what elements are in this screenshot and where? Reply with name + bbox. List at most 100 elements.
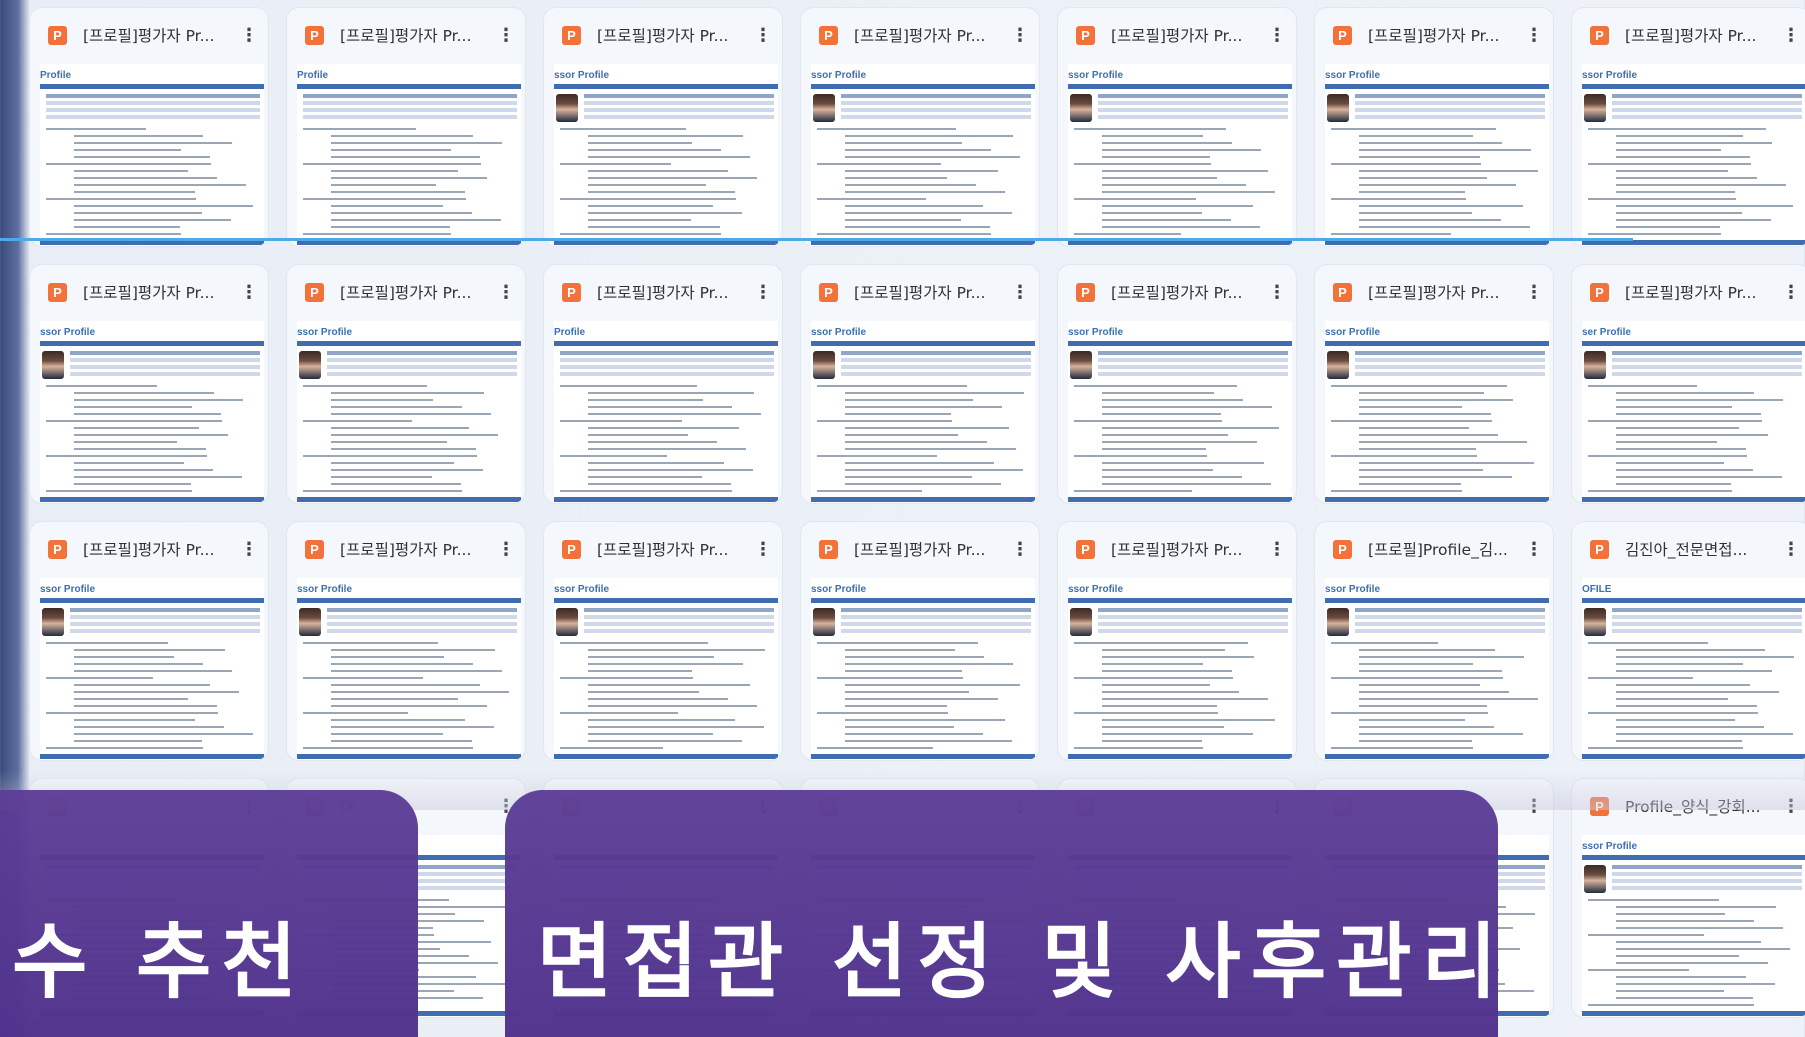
more-options-icon[interactable]: ⋮ [1525,283,1543,301]
more-options-icon[interactable]: ⋮ [1782,283,1800,301]
thumbnail-text-line [74,399,243,401]
thumbnail-text-line [1359,399,1513,401]
powerpoint-file-icon: P [48,282,67,302]
more-options-icon[interactable]: ⋮ [497,26,515,44]
file-card[interactable]: PProfile_양식_강회...⋮ssor Profile [1572,779,1805,1017]
file-card[interactable]: P [프로필]평가자 Pr... ⋮ ssor Profile [30,265,268,503]
file-card[interactable]: P [프로필]평가자 Pr... ⋮ ssor Profile [1058,8,1296,246]
thumbnail-header-band [554,598,778,603]
file-thumbnail: ssor Profile [297,321,521,503]
more-options-icon[interactable]: ⋮ [754,283,772,301]
thumbnail-text-line [560,233,721,235]
profile-photo [42,608,64,636]
thumbnail-text-line [1359,149,1531,151]
thumbnail-table-row [1098,115,1288,119]
file-card[interactable]: P [프로필]평가자 Pr... ⋮ Profile [287,8,525,246]
thumbnail-text-line [1102,205,1253,207]
thumbnail-text-line [588,399,703,401]
thumbnail-text-line [1359,719,1465,721]
thumbnail-header-band [40,598,264,603]
more-options-icon[interactable]: ⋮ [754,26,772,44]
more-options-icon[interactable]: ⋮ [1268,26,1286,44]
file-card[interactable]: P [프로필]평가자 Pr... ⋮ ssor Profile [801,8,1039,246]
thumbnail-text-line [1074,128,1226,130]
thumbnail-footer-band [1068,497,1292,502]
file-card[interactable]: P [프로필]평가자 Pr... ⋮ ssor Profile [1315,8,1553,246]
thumbnail-table-row [1612,365,1802,369]
thumbnail-text-line [845,684,1020,686]
thumbnail-text-line [845,177,947,179]
thumbnail-text-line [1616,913,1725,915]
thumbnail-doc-title: ssor Profile [40,327,96,338]
thumbnail-text-line [1588,490,1732,492]
file-card[interactable]: P [프로필]평가자 Pr... ⋮ ssor Profile [287,265,525,503]
file-card[interactable]: P [프로필]평가자 Pr... ⋮ Profile [30,8,268,246]
thumbnail-table-row [327,615,517,619]
thumbnail-table-row [70,351,260,355]
file-card[interactable]: P [프로필]평가자 Pr... ⋮ ssor Profile [1572,8,1805,246]
powerpoint-file-icon: P [562,539,581,559]
file-name: [프로필]평가자 Pr... [1625,27,1757,45]
more-options-icon[interactable]: ⋮ [1011,26,1029,44]
profile-photo [1070,608,1092,636]
thumbnail-text-line [845,483,1001,485]
thumbnail-text-line [560,385,697,387]
file-name: [프로필]평가자 Pr... [854,541,986,559]
thumbnail-text-line [331,399,433,401]
more-options-icon[interactable]: ⋮ [754,540,772,558]
file-card[interactable]: P [프로필]평가자 Pr... ⋮ ssor Profile [1058,522,1296,760]
thumbnail-text-line [845,733,983,735]
thumbnail-text-line [1102,483,1271,485]
thumbnail-header-band [1582,84,1805,89]
thumbnail-text-line [588,142,692,144]
thumbnail-table-row [70,372,260,376]
thumbnail-text-line [1359,663,1473,665]
thumbnail-table-row [327,365,517,369]
more-options-icon[interactable]: ⋮ [497,283,515,301]
thumbnail-text-line [74,649,225,651]
more-options-icon[interactable]: ⋮ [1782,540,1800,558]
thumbnail-table-row [70,365,260,369]
thumbnail-table-row [327,629,517,633]
thumbnail-text-line [303,233,451,235]
profile-photo [1584,865,1606,893]
profile-photo [556,94,578,122]
thumbnail-text-line [845,135,1013,137]
file-card[interactable]: P [프로필]평가자 Pr... ⋮ ser Profile [1572,265,1805,503]
file-card[interactable]: P [프로필]평가자 Pr... ⋮ Profile [544,265,782,503]
more-options-icon[interactable]: ⋮ [1525,540,1543,558]
thumbnail-text-line [1616,705,1757,707]
file-card[interactable]: P [프로필]평가자 Pr... ⋮ ssor Profile [544,8,782,246]
file-card[interactable]: P [프로필]평가자 Pr... ⋮ ssor Profile [801,265,1039,503]
thumbnail-text-line [1102,670,1232,672]
file-card[interactable]: P [프로필]평가자 Pr... ⋮ ssor Profile [1315,265,1553,503]
file-card-header: P [프로필]평가자 Pr... ⋮ [1315,265,1553,319]
file-card[interactable]: P [프로필]Profile_김... ⋮ ssor Profile [1315,522,1553,760]
thumbnail-text-line [1588,128,1766,130]
thumbnail-text-line [560,163,671,165]
more-options-icon[interactable]: ⋮ [1268,540,1286,558]
file-card[interactable]: P [프로필]평가자 Pr... ⋮ ssor Profile [287,522,525,760]
file-name: [프로필]평가자 Pr... [854,27,986,45]
more-options-icon[interactable]: ⋮ [240,26,258,44]
file-card[interactable]: P [프로필]평가자 Pr... ⋮ ssor Profile [30,522,268,760]
thumbnail-text-line [74,427,199,429]
more-options-icon[interactable]: ⋮ [1782,26,1800,44]
file-card[interactable]: P [프로필]평가자 Pr... ⋮ ssor Profile [544,522,782,760]
thumbnail-text-line [1359,427,1469,429]
thumbnail-text-line [331,205,443,207]
thumbnail-text-line [817,420,952,422]
thumbnail-text-line [1359,691,1509,693]
more-options-icon[interactable]: ⋮ [1525,26,1543,44]
more-options-icon[interactable]: ⋮ [1268,283,1286,301]
file-card[interactable]: P [프로필]평가자 Pr... ⋮ ssor Profile [801,522,1039,760]
file-card[interactable]: P 김진아_전문면접... ⋮ OFILE [1572,522,1805,760]
more-options-icon[interactable]: ⋮ [240,283,258,301]
more-options-icon[interactable]: ⋮ [1011,540,1029,558]
thumbnail-text-line [1074,677,1233,679]
thumbnail-table-row [1098,358,1288,362]
more-options-icon[interactable]: ⋮ [240,540,258,558]
more-options-icon[interactable]: ⋮ [1011,283,1029,301]
more-options-icon[interactable]: ⋮ [497,540,515,558]
file-card[interactable]: P [프로필]평가자 Pr... ⋮ ssor Profile [1058,265,1296,503]
